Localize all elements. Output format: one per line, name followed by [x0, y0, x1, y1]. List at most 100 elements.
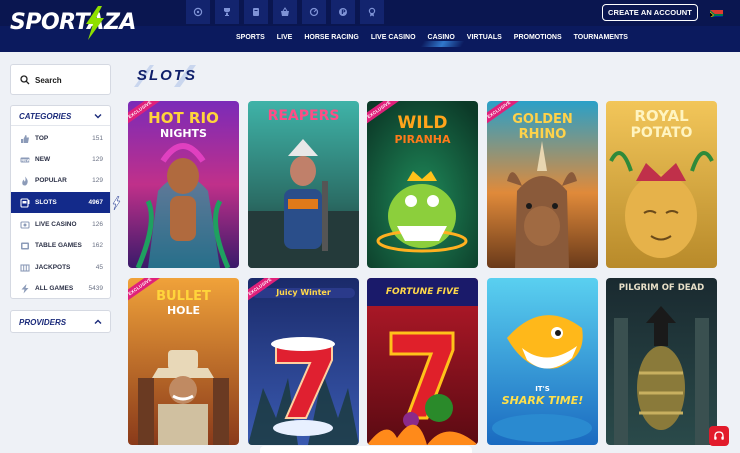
nav-sports[interactable]: SPORTS — [236, 34, 265, 41]
quick-links-bar: P — [186, 0, 389, 24]
nav-horse-racing[interactable]: HORSE RACING — [304, 34, 358, 41]
svg-text:P: P — [341, 9, 346, 16]
game-title-line: HOLE — [166, 304, 201, 317]
chevron-down-icon — [94, 114, 102, 119]
game-title-line: GOLDEN — [512, 112, 573, 127]
category-popular[interactable]: POPULAR 129 — [11, 170, 110, 191]
chevron-up-icon — [94, 319, 102, 324]
game-art — [248, 278, 359, 445]
football-icon[interactable] — [186, 0, 210, 24]
category-label: JACKPOTS — [35, 264, 71, 271]
nav-live-casino[interactable]: LIVE CASINO — [371, 34, 416, 41]
search-icon — [20, 75, 30, 85]
category-count: 4967 — [88, 199, 103, 206]
nav-virtuals[interactable]: VIRTUALS — [467, 34, 502, 41]
all-games-icon — [21, 284, 29, 293]
thumbs-up-icon — [21, 134, 29, 143]
category-slots[interactable]: SLOTS 4967 — [11, 192, 121, 213]
search-input[interactable] — [35, 73, 107, 87]
category-count: 5439 — [88, 285, 103, 292]
category-label: TABLE GAMES — [35, 242, 82, 249]
game-art — [367, 278, 478, 445]
promo-icon[interactable]: P — [331, 0, 355, 24]
lightning-bolt-icon — [86, 6, 104, 40]
game-art — [248, 101, 359, 268]
new-badge-icon: NEW — [20, 157, 30, 162]
game-tile-wild-piranha[interactable]: WILD PIRANHA EXCLUSIVE — [367, 101, 478, 268]
award-icon[interactable] — [360, 0, 384, 24]
game-title-line: PIRANHA — [394, 133, 451, 146]
game-title-line: FORTUNE FIVE — [385, 287, 460, 297]
category-count: 162 — [92, 242, 103, 249]
nav-casino[interactable]: CASINO — [428, 34, 455, 41]
trophy-icon[interactable] — [215, 0, 239, 24]
game-title-line: PILGRIM OF DEAD — [618, 283, 705, 293]
game-tile-fortune-five[interactable]: FORTUNE FIVE — [367, 278, 478, 445]
jackpot-icon — [20, 263, 30, 272]
flame-icon — [22, 176, 28, 185]
categories-panel: CATEGORIES TOP 151 NEW NEW 129 POPULAR 1… — [10, 105, 121, 299]
bottom-panel-edge — [260, 446, 472, 453]
category-new[interactable]: NEW NEW 129 — [11, 149, 110, 170]
sportaza-logo[interactable]: SPORTAZA — [10, 6, 136, 42]
category-count: 151 — [92, 135, 103, 142]
search-box[interactable] — [10, 64, 111, 95]
category-count: 45 — [95, 264, 103, 271]
category-label: ALL GAMES — [35, 285, 74, 292]
category-label: SLOTS — [35, 199, 57, 206]
game-tile-juicy-winter[interactable]: Juicy Winter EXCLUSIVE — [248, 278, 359, 445]
game-title-line: BULLET — [156, 289, 211, 304]
game-title-line: Juicy Winter — [252, 288, 355, 298]
basket-icon[interactable] — [273, 0, 297, 24]
game-title-line: NIGHTS — [160, 127, 207, 140]
categories-header[interactable]: CATEGORIES — [11, 106, 110, 126]
category-label: POPULAR — [35, 177, 67, 184]
categories-title: CATEGORIES — [19, 112, 72, 121]
refresh-icon[interactable] — [302, 0, 326, 24]
game-tile-golden-rhino[interactable]: GOLDEN RHINO EXCLUSIVE — [487, 101, 598, 268]
game-title-line: POTATO — [630, 125, 693, 141]
main-nav: SPORTS LIVE HORSE RACING LIVE CASINO CAS… — [236, 34, 640, 41]
game-title-line: RHINO — [518, 127, 567, 142]
category-top[interactable]: TOP 151 — [11, 128, 110, 149]
nav-live[interactable]: LIVE — [277, 34, 293, 41]
table-games-icon — [21, 242, 29, 249]
providers-panel[interactable]: PROVIDERS — [10, 310, 111, 333]
flag-south-africa-icon[interactable] — [710, 7, 723, 17]
live-casino-icon — [20, 220, 30, 229]
game-title-line: SHARK TIME! — [501, 394, 584, 407]
game-tile-its-shark-time[interactable]: IT'S SHARK TIME! — [487, 278, 598, 445]
game-tile-pilgrim-of-dead[interactable]: PILGRIM OF DEAD — [606, 278, 717, 445]
category-all-games[interactable]: ALL GAMES 5439 — [11, 278, 110, 299]
game-tile-bullet-hole[interactable]: BULLET HOLE EXCLUSIVE — [128, 278, 239, 445]
category-count: 126 — [92, 221, 103, 228]
live-support-button[interactable] — [709, 426, 729, 446]
game-art — [487, 278, 598, 445]
svg-text:NEW: NEW — [21, 158, 30, 162]
category-jackpots[interactable]: JACKPOTS 45 — [11, 257, 110, 278]
create-account-button[interactable]: CREATE AN ACCOUNT — [602, 4, 698, 21]
game-tile-hot-rio-nights[interactable]: HOT RIO NIGHTS EXCLUSIVE — [128, 101, 239, 268]
providers-title: PROVIDERS — [19, 318, 67, 327]
game-title-line: REAPERS — [267, 108, 340, 124]
site-header: SPORTAZA P CREATE AN ACCOUNT SPORTS LIVE… — [0, 0, 740, 52]
nav-promotions[interactable]: PROMOTIONS — [514, 34, 562, 41]
game-title-line: WILD — [397, 113, 448, 133]
slot-machine-icon — [20, 197, 30, 208]
category-count: 129 — [92, 156, 103, 163]
category-live-casino[interactable]: LIVE CASINO 126 — [11, 214, 110, 235]
game-art — [606, 278, 717, 445]
game-tile-royal-potato[interactable]: ROYAL POTATO — [606, 101, 717, 268]
section-title: SLOTS — [137, 67, 198, 84]
game-title-line: HOT RIO — [148, 109, 219, 127]
category-label: NEW — [35, 156, 51, 163]
tickets-icon[interactable] — [244, 0, 268, 24]
active-bolt-icon — [112, 195, 121, 210]
game-title-line: ROYAL — [634, 107, 689, 125]
nav-tournaments[interactable]: TOURNAMENTS — [574, 34, 628, 41]
headset-icon — [714, 431, 724, 440]
logo-wordmark: SPORTAZA — [10, 10, 136, 35]
game-tile-reapers[interactable]: REAPERS — [248, 101, 359, 268]
category-table-games[interactable]: TABLE GAMES 162 — [11, 235, 110, 256]
category-count: 129 — [92, 177, 103, 184]
